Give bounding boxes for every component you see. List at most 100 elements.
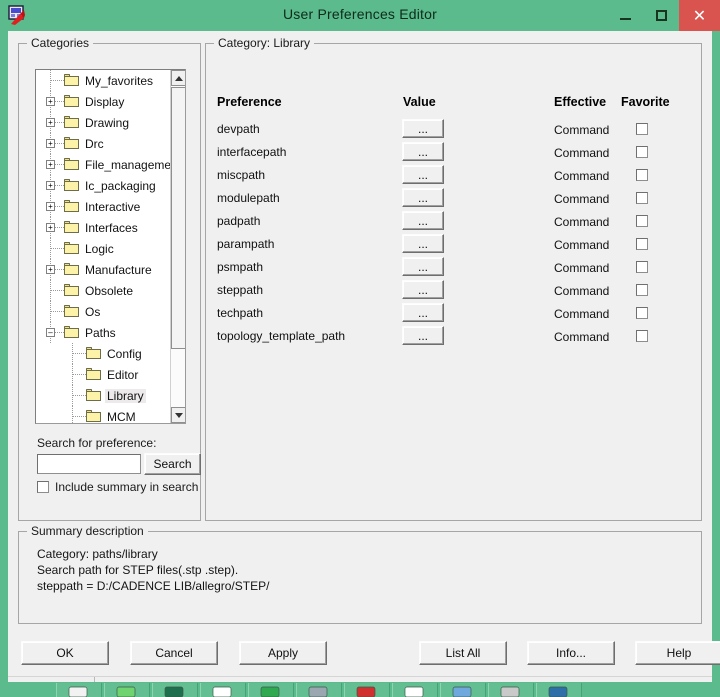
favorite-checkbox[interactable] bbox=[636, 215, 648, 227]
value-browse-button[interactable]: ... bbox=[402, 165, 444, 184]
taskbar-item-blue-window[interactable] bbox=[440, 683, 486, 697]
expand-icon[interactable]: + bbox=[46, 160, 55, 169]
close-button[interactable]: ✕ bbox=[679, 0, 720, 31]
table-row: devpath... Command bbox=[206, 119, 703, 142]
taskbar-item-calculator[interactable] bbox=[200, 683, 246, 697]
tree-item-os[interactable]: Os bbox=[36, 301, 172, 322]
taskbar-item-green-circle[interactable] bbox=[104, 683, 150, 697]
expand-icon[interactable]: + bbox=[46, 181, 55, 190]
value-browse-button[interactable]: ... bbox=[402, 303, 444, 322]
folder-icon bbox=[64, 221, 79, 233]
scroll-up-icon[interactable] bbox=[171, 70, 185, 86]
include-summary-label: Include summary in search bbox=[55, 480, 199, 494]
tree-scrollbar[interactable] bbox=[170, 70, 185, 423]
search-input[interactable] bbox=[37, 454, 141, 474]
expand-icon[interactable]: + bbox=[46, 118, 55, 127]
tree-item-drc[interactable]: + Drc bbox=[36, 133, 172, 154]
tree-item-drawing[interactable]: + Drawing bbox=[36, 112, 172, 133]
tree-item-config[interactable]: Config bbox=[36, 343, 172, 364]
tree-connector-dash bbox=[72, 353, 86, 354]
favorite-checkbox[interactable] bbox=[636, 146, 648, 158]
table-row: modulepath... Command bbox=[206, 188, 703, 211]
expand-icon[interactable]: + bbox=[46, 97, 55, 106]
favorite-checkbox[interactable] bbox=[636, 123, 648, 135]
include-summary-option[interactable]: Include summary in search bbox=[37, 480, 198, 494]
column-header-preference: Preference bbox=[217, 95, 282, 109]
collapse-icon[interactable]: – bbox=[46, 328, 55, 337]
green-flag-icon bbox=[163, 685, 185, 697]
tree-item-library[interactable]: Library bbox=[36, 385, 172, 406]
tree-item-paths[interactable]: – Paths bbox=[36, 322, 172, 343]
expand-icon[interactable]: + bbox=[46, 265, 55, 274]
preference-name: devpath bbox=[217, 122, 260, 136]
taskbar-item-red-flag[interactable] bbox=[344, 683, 390, 697]
taskbar-item-document[interactable] bbox=[392, 683, 438, 697]
effective-value: Command bbox=[554, 307, 610, 321]
value-browse-button[interactable]: ... bbox=[402, 119, 444, 138]
tree-item-label: Editor bbox=[107, 367, 139, 382]
favorite-checkbox[interactable] bbox=[636, 307, 648, 319]
help-button[interactable]: Help bbox=[635, 641, 720, 665]
cancel-button[interactable]: Cancel bbox=[130, 641, 218, 665]
apply-button[interactable]: Apply bbox=[239, 641, 327, 665]
taskbar-item-pcb-layout[interactable] bbox=[248, 683, 294, 697]
favorite-checkbox[interactable] bbox=[636, 261, 648, 273]
tree-item-ic-packaging[interactable]: + Ic_packaging bbox=[36, 175, 172, 196]
ok-button[interactable]: OK bbox=[21, 641, 109, 665]
taskbar-item-blue-flag[interactable] bbox=[536, 683, 582, 697]
taskbar-item-magnifier[interactable] bbox=[296, 683, 342, 697]
taskbar-item-green-flag[interactable] bbox=[152, 683, 198, 697]
taskbar-item-printer[interactable] bbox=[488, 683, 534, 697]
info-button[interactable]: Info... bbox=[527, 641, 615, 665]
preference-table-header: Preference Value Effective Favorite bbox=[206, 95, 703, 113]
include-summary-checkbox[interactable] bbox=[37, 481, 49, 493]
folder-icon bbox=[64, 137, 79, 149]
tree-item-display[interactable]: + Display bbox=[36, 91, 172, 112]
tree-item-my-favorites[interactable]: My_favorites bbox=[36, 70, 172, 91]
list-all-button[interactable]: List All bbox=[419, 641, 507, 665]
scroll-down-icon[interactable] bbox=[171, 407, 185, 423]
expand-icon[interactable]: + bbox=[46, 223, 55, 232]
tree-item-label: Paths bbox=[85, 325, 116, 340]
tree-connector-dash bbox=[72, 374, 86, 375]
tree-connector-dash bbox=[50, 290, 64, 291]
minimize-button[interactable] bbox=[607, 0, 643, 31]
tree-item-interactive[interactable]: + Interactive bbox=[36, 196, 172, 217]
tree-item-interfaces[interactable]: + Interfaces bbox=[36, 217, 172, 238]
tree-item-logic[interactable]: Logic bbox=[36, 238, 172, 259]
taskbar-item-clock[interactable] bbox=[56, 683, 102, 697]
effective-value: Command bbox=[554, 146, 610, 160]
tree-item-manufacture[interactable]: + Manufacture bbox=[36, 259, 172, 280]
value-browse-button[interactable]: ... bbox=[402, 188, 444, 207]
favorite-checkbox[interactable] bbox=[636, 169, 648, 181]
tree-item-file-management[interactable]: + File_management bbox=[36, 154, 181, 175]
value-browse-button[interactable]: ... bbox=[402, 142, 444, 161]
tree-scrollbar-thumb[interactable] bbox=[171, 87, 185, 349]
tree-item-mcm[interactable]: MCM bbox=[36, 406, 172, 423]
tree-item-label: Interfaces bbox=[85, 220, 138, 235]
preference-name: interfacepath bbox=[217, 145, 287, 159]
table-row: steppath... Command bbox=[206, 280, 703, 303]
value-browse-button[interactable]: ... bbox=[402, 326, 444, 345]
maximize-button[interactable] bbox=[643, 0, 679, 31]
taskbar[interactable] bbox=[0, 682, 720, 697]
table-row: padpath... Command bbox=[206, 211, 703, 234]
favorite-checkbox[interactable] bbox=[636, 238, 648, 250]
tree-item-label: Display bbox=[85, 94, 125, 109]
expand-icon[interactable]: + bbox=[46, 139, 55, 148]
value-browse-button[interactable]: ... bbox=[402, 234, 444, 253]
column-header-favorite: Favorite bbox=[621, 95, 670, 109]
tree-item-obsolete[interactable]: Obsolete bbox=[36, 280, 172, 301]
expand-icon[interactable]: + bbox=[46, 202, 55, 211]
favorite-checkbox[interactable] bbox=[636, 284, 648, 296]
tree-item-editor[interactable]: Editor bbox=[36, 364, 172, 385]
value-browse-button[interactable]: ... bbox=[402, 257, 444, 276]
tree-item-label: Drc bbox=[85, 136, 104, 151]
preference-name: steppath bbox=[217, 283, 264, 297]
value-browse-button[interactable]: ... bbox=[402, 280, 444, 299]
value-browse-button[interactable]: ... bbox=[402, 211, 444, 230]
favorite-checkbox[interactable] bbox=[636, 330, 648, 342]
search-button[interactable]: Search bbox=[144, 453, 201, 475]
categories-tree[interactable]: My_favorites + Display + Drawing + Drc + File_ma… bbox=[35, 69, 186, 424]
favorite-checkbox[interactable] bbox=[636, 192, 648, 204]
